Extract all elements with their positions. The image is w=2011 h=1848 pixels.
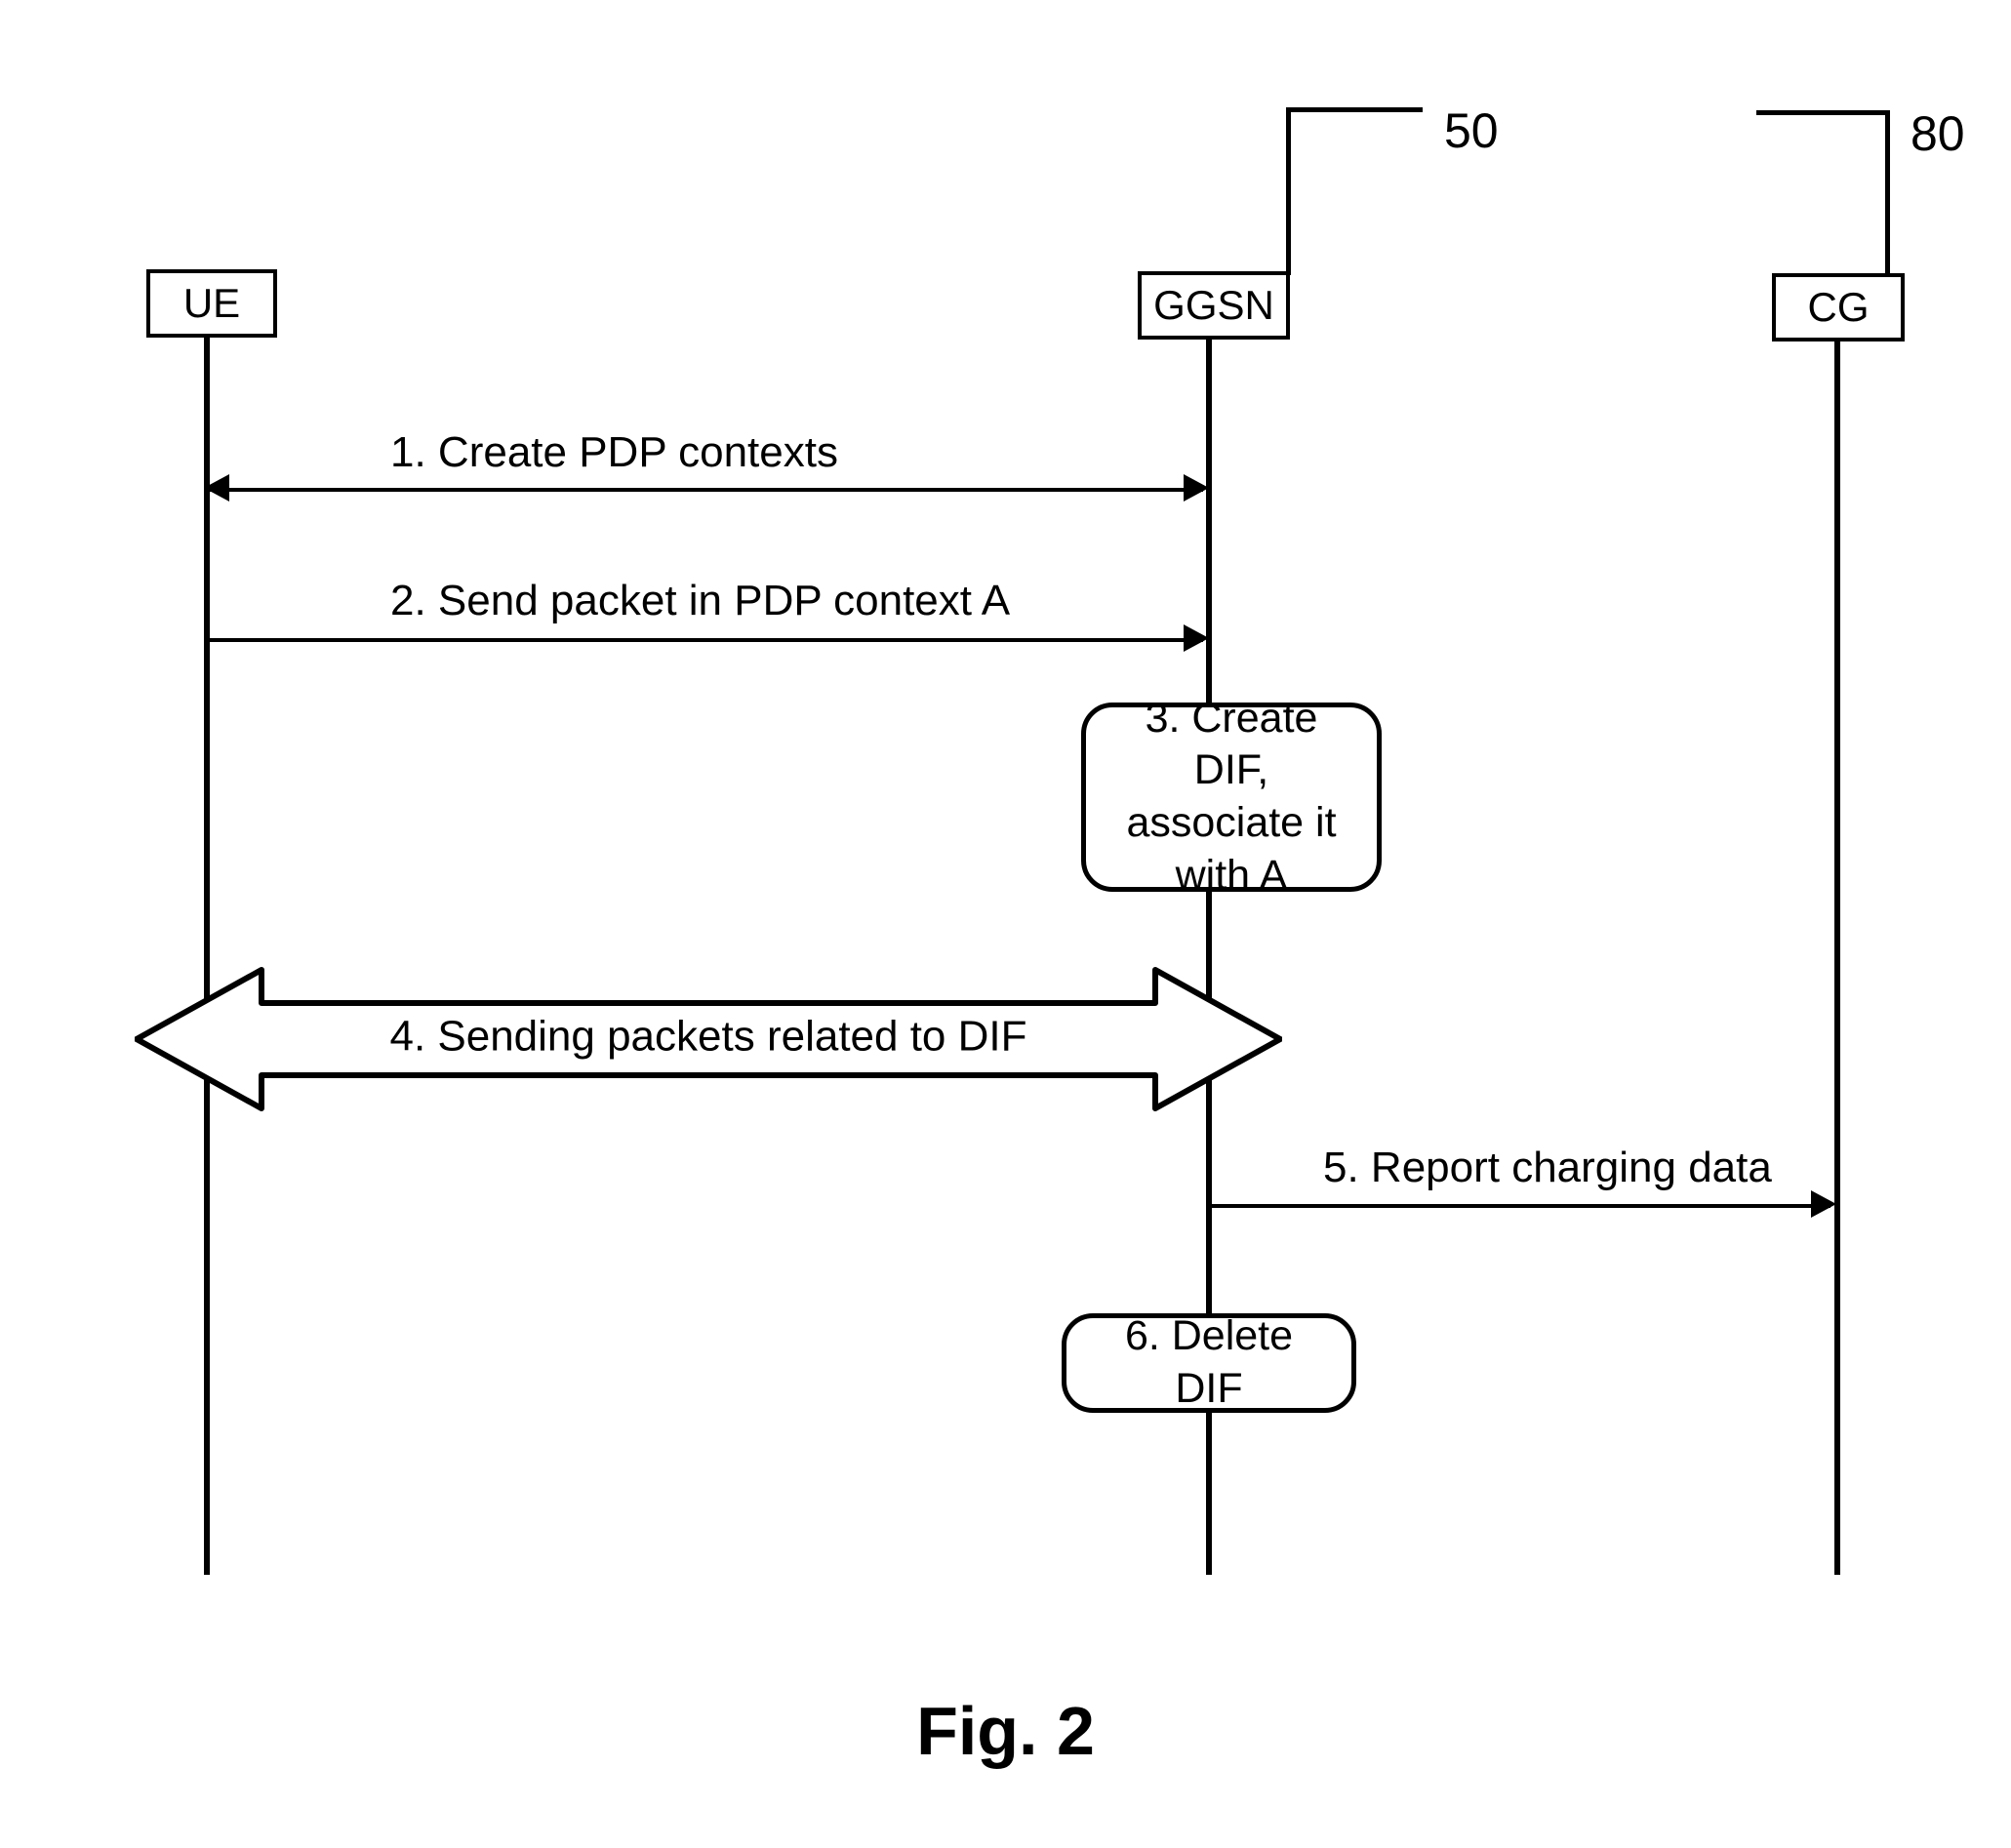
message-5-label: 5. Report charging data xyxy=(1323,1144,1772,1192)
note-3-line1: 3. Create DIF, xyxy=(1106,693,1357,798)
ref-leader-cg-h xyxy=(1756,110,1890,115)
note-3-line2: associate it xyxy=(1126,797,1336,850)
participant-ggsn: GGSN xyxy=(1138,271,1290,340)
note-6-line1: 6. Delete DIF xyxy=(1086,1310,1332,1416)
ref-label-ggsn: 50 xyxy=(1444,102,1499,159)
ref-leader-ggsn-h xyxy=(1286,107,1423,112)
message-5-line xyxy=(1212,1204,1830,1208)
lifeline-ue xyxy=(204,332,210,1575)
lifeline-cg xyxy=(1834,332,1840,1575)
ref-label-cg: 80 xyxy=(1910,105,1965,162)
figure-caption: Fig. 2 xyxy=(0,1692,2011,1770)
arrowhead-right-icon xyxy=(1184,624,1209,652)
arrowhead-right-icon xyxy=(1811,1190,1836,1218)
participant-ue: UE xyxy=(146,269,277,338)
participant-cg-label: CG xyxy=(1808,284,1870,331)
arrowhead-left-icon xyxy=(204,474,229,502)
participant-ue-label: UE xyxy=(183,280,240,327)
participant-ggsn-label: GGSN xyxy=(1153,282,1274,329)
participant-cg: CG xyxy=(1772,273,1905,341)
note-3-line3: with A xyxy=(1176,850,1288,903)
note-step-6: 6. Delete DIF xyxy=(1062,1313,1356,1413)
sequence-diagram: 50 80 UE GGSN CG 1. Create PDP contexts … xyxy=(0,0,2011,1848)
message-2-label: 2. Send packet in PDP context A xyxy=(390,577,1010,625)
arrowhead-right-icon xyxy=(1184,474,1209,502)
message-4-double-arrow: 4. Sending packets related to DIF xyxy=(135,966,1282,1112)
message-1-line xyxy=(210,488,1203,492)
message-4-label: 4. Sending packets related to DIF xyxy=(135,1013,1282,1062)
ref-leader-cg-v xyxy=(1885,110,1890,278)
ref-leader-ggsn-v xyxy=(1286,107,1291,275)
message-2-line xyxy=(210,638,1203,642)
note-step-3: 3. Create DIF, associate it with A xyxy=(1081,703,1382,892)
message-1-label: 1. Create PDP contexts xyxy=(390,428,838,477)
